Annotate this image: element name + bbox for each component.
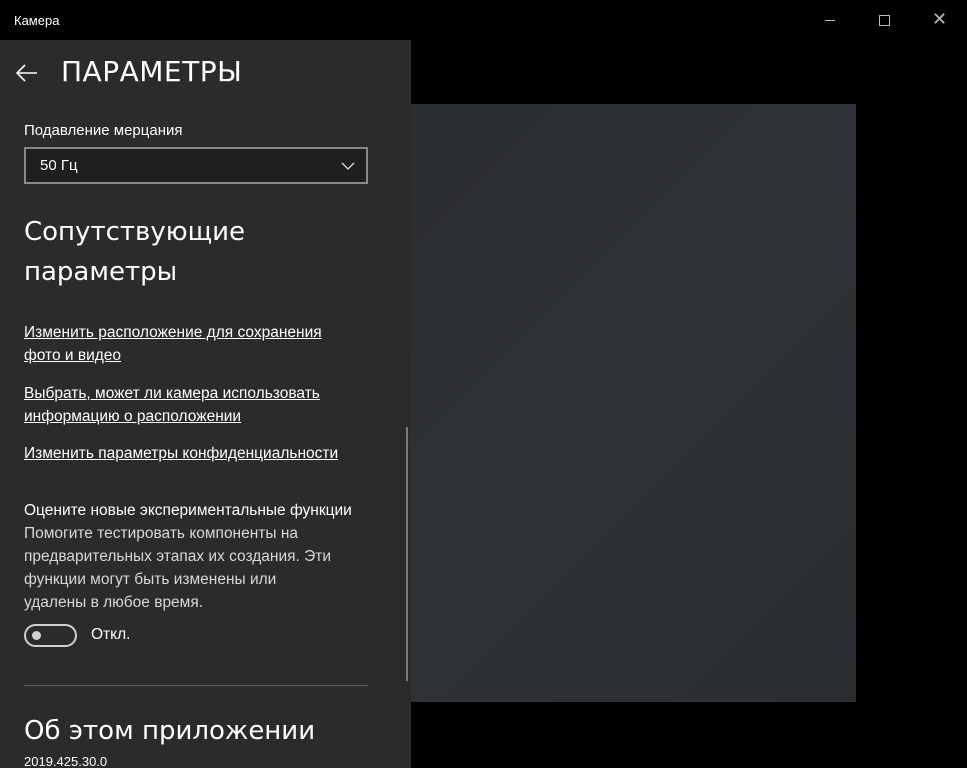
link-line: Изменить расположение для сохранения: [24, 324, 322, 341]
window-controls: ✕: [802, 0, 967, 40]
scrollbar[interactable]: [406, 427, 408, 681]
link-line: фото и видео: [24, 347, 122, 364]
minimize-icon: [824, 19, 835, 21]
page-title: ПАРАМЕТРЫ: [61, 55, 243, 88]
minimize-button[interactable]: [802, 0, 857, 40]
divider: [24, 685, 368, 686]
link-line: Изменить параметры конфиденциальности: [24, 445, 339, 462]
related-settings-title: Сопутствующие параметры: [24, 212, 364, 292]
flicker-label: Подавление мерцания: [24, 122, 183, 139]
title-bar: Камера ✕: [0, 0, 967, 40]
related-title-line2: параметры: [24, 257, 178, 287]
close-button[interactable]: ✕: [912, 0, 967, 40]
back-arrow-icon[interactable]: [14, 58, 40, 88]
flicker-select[interactable]: 50 Гц: [24, 147, 368, 184]
maximize-button[interactable]: [857, 0, 912, 40]
app-title: Камера: [14, 12, 60, 28]
chevron-down-icon: [341, 162, 355, 170]
settings-panel: ПАРАМЕТРЫ Подавление мерцания 50 Гц Сопу…: [0, 40, 411, 768]
experimental-description: Помогите тестировать компоненты на предв…: [24, 522, 374, 614]
camera-location-link[interactable]: Выбрать, может ли камера использовать ин…: [24, 382, 374, 428]
camera-preview: [411, 104, 856, 702]
experimental-toggle[interactable]: [24, 624, 77, 647]
maximize-icon: [879, 14, 890, 26]
app-version: 2019.425.30.0: [24, 754, 108, 768]
close-icon: ✕: [931, 9, 948, 30]
toggle-state-label: Откл.: [91, 626, 131, 643]
description-line: удалены в любое время.: [24, 594, 204, 611]
link-line: информацию о расположении: [24, 408, 242, 425]
change-save-location-link[interactable]: Изменить расположение для сохранения фот…: [24, 321, 374, 367]
link-line: Выбрать, может ли камера использовать: [24, 385, 320, 402]
related-title-line1: Сопутствующие: [24, 217, 246, 247]
settings-header: ПАРАМЕТРЫ: [0, 40, 411, 106]
description-line: функции могут быть изменены или: [24, 571, 277, 588]
flicker-select-value: 50 Гц: [40, 157, 78, 174]
privacy-settings-link[interactable]: Изменить параметры конфиденциальности: [24, 442, 374, 465]
description-line: предварительных этапах их создания. Эти: [24, 548, 332, 565]
experimental-title: Оцените новые экспериментальные функции: [24, 502, 352, 519]
description-line: Помогите тестировать компоненты на: [24, 525, 299, 542]
about-title: Об этом приложении: [24, 716, 316, 746]
toggle-knob: [32, 631, 41, 640]
